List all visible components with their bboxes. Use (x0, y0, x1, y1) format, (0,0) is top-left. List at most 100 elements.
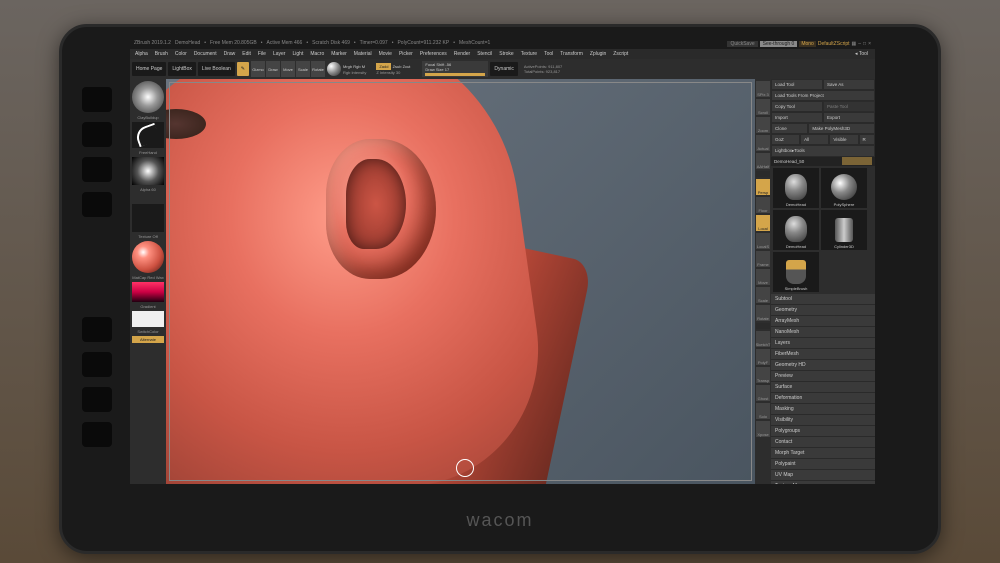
subpalette-layers[interactable]: Layers (771, 338, 875, 349)
seethrough-slider[interactable]: See-through 0 (760, 41, 798, 47)
transp-button[interactable]: Transp (756, 367, 770, 383)
menu-light[interactable]: Light (290, 51, 305, 57)
subpalette-fibermesh[interactable]: FiberMesh (771, 349, 875, 360)
menu-zscript[interactable]: Zscript (611, 51, 630, 57)
tool-thumb-demohead[interactable]: DemoHead (773, 168, 819, 208)
tablet-hw-button[interactable] (82, 387, 112, 412)
tablet-hw-button[interactable] (82, 157, 112, 182)
menu-zplugin[interactable]: Zplugin (588, 51, 608, 57)
scroll-button[interactable]: Scroll (756, 99, 770, 115)
goz-r-button[interactable]: R (859, 134, 875, 145)
move-nav-button[interactable]: Move (756, 269, 770, 285)
move-mode-icon[interactable]: Move (281, 61, 295, 77)
xpose-button[interactable]: Xpose (756, 421, 770, 437)
menu-preferences[interactable]: Preferences (418, 51, 449, 57)
menu-macro[interactable]: Macro (308, 51, 326, 57)
frame-button[interactable]: Frame (756, 251, 770, 267)
quicksave-button[interactable]: QuickSave (727, 41, 757, 47)
alternate-button[interactable]: Alternate (132, 336, 164, 343)
locals-button[interactable]: LocalS (756, 233, 770, 249)
local-button[interactable]: Local (756, 215, 770, 231)
scale-nav-button[interactable]: Scale (756, 287, 770, 303)
subpalette-contact[interactable]: Contact (771, 437, 875, 448)
sketcht-button[interactable]: SketchT (756, 331, 770, 347)
menu-picker[interactable]: Picker (397, 51, 415, 57)
lightbox-button[interactable]: LightBox (168, 62, 195, 76)
subpalette-geometry[interactable]: Geometry (771, 305, 875, 316)
rotate-mode-icon[interactable]: Rotate (311, 61, 325, 77)
live-boolean-button[interactable]: Live Boolean (198, 62, 235, 76)
subpalette-nanomesh[interactable]: NanoMesh (771, 327, 875, 338)
load-from-project-button[interactable]: Load Tools From Project (771, 90, 875, 101)
scale-mode-icon[interactable]: Scale (296, 61, 310, 77)
subpalette-deformation[interactable]: Deformation (771, 393, 875, 404)
subpalette-visibility[interactable]: Visibility (771, 415, 875, 426)
zadd-button[interactable]: Zadd (376, 63, 391, 70)
subpalette-polygroups[interactable]: Polygroups (771, 426, 875, 437)
draw-mode-icon[interactable]: Draw (266, 61, 280, 77)
subpalette-surface[interactable]: Surface (771, 382, 875, 393)
tool-thumb-cylinder[interactable]: Cylinder3D (821, 210, 867, 250)
menu-layer[interactable]: Layer (271, 51, 288, 57)
menu-marker[interactable]: Marker (329, 51, 349, 57)
z-intensity-slider[interactable]: Z Intensity 30 (376, 70, 410, 75)
material-selector[interactable] (132, 241, 164, 273)
tool-palette-header[interactable]: ◂ Tool (855, 51, 872, 57)
alpha-selector[interactable] (132, 157, 164, 185)
stroke-selector[interactable] (132, 122, 164, 148)
rotate-nav-button[interactable]: Rotate (756, 305, 770, 321)
menu-movie[interactable]: Movie (377, 51, 394, 57)
solo-button[interactable]: Solo (756, 403, 770, 419)
dynamic-button[interactable]: Dynamic (490, 62, 517, 76)
lightbox-tools-button[interactable]: Lightbox▸Tools (771, 145, 875, 157)
color-picker[interactable] (132, 282, 164, 302)
mono-button[interactable]: Mono (799, 41, 816, 47)
menu-color[interactable]: Color (173, 51, 189, 57)
tablet-hw-button[interactable] (82, 317, 112, 342)
menu-brush[interactable]: Brush (153, 51, 170, 57)
subpalette-texturemap[interactable]: Texture Map (771, 481, 875, 484)
m-button[interactable]: M (362, 64, 365, 69)
spix-button[interactable]: SPix 3 (756, 81, 770, 97)
make-polymesh-button[interactable]: Make PolyMesh3D (808, 123, 875, 134)
aahalf-button[interactable]: AAHalf (756, 153, 770, 169)
subpalette-masking[interactable]: Masking (771, 404, 875, 415)
menu-draw[interactable]: Draw (222, 51, 238, 57)
maximize-icon[interactable]: □ (863, 41, 866, 47)
menu-edit[interactable]: Edit (240, 51, 253, 57)
focal-shift-slider[interactable]: Focal Shift -56 Draw Size 17 (422, 61, 488, 77)
texture-selector[interactable] (132, 204, 164, 232)
zsub-button[interactable]: Zsub (393, 64, 402, 69)
brush-selector[interactable] (132, 81, 164, 113)
copy-tool-button[interactable]: Copy Tool (771, 101, 823, 112)
zoom-button[interactable]: Zoom (756, 117, 770, 133)
subpalette-polypaint[interactable]: Polypaint (771, 459, 875, 470)
tablet-hw-button[interactable] (82, 352, 112, 377)
mrgb-sphere-icon[interactable] (327, 62, 341, 76)
minimize-icon[interactable]: – (858, 41, 861, 47)
persp-button[interactable]: Persp (756, 179, 770, 195)
tool-thumb-simplebrush[interactable]: SimpleBrush (773, 252, 819, 292)
mrgb-button[interactable]: Mrgb (343, 64, 352, 69)
rgb-intensity-slider[interactable]: Rgb Intensity (343, 70, 366, 75)
goz-visible-button[interactable]: Visible (829, 134, 858, 145)
menu-document[interactable]: Document (192, 51, 219, 57)
goz-button[interactable]: GoZ (771, 134, 800, 145)
menu-file[interactable]: File (256, 51, 268, 57)
current-tool-slider[interactable]: DemoHead_50 (771, 157, 875, 166)
subpalette-subtool[interactable]: Subtool (771, 294, 875, 305)
tablet-hw-button[interactable] (82, 87, 112, 112)
menu-texture[interactable]: Texture (519, 51, 539, 57)
home-button[interactable]: Home Page (132, 62, 166, 76)
tablet-hw-button[interactable] (82, 122, 112, 147)
menu-material[interactable]: Material (352, 51, 374, 57)
subpalette-geometryhd[interactable]: Geometry HD (771, 360, 875, 371)
tool-thumb-polysphere[interactable]: PolySphere (821, 168, 867, 208)
subpalette-uvmap[interactable]: UV Map (771, 470, 875, 481)
close-icon[interactable]: × (868, 41, 871, 47)
menu-stencil[interactable]: Stencil (475, 51, 494, 57)
polyf-button[interactable]: PolyF (756, 349, 770, 365)
menu-tool[interactable]: Tool (542, 51, 555, 57)
menu-render[interactable]: Render (452, 51, 472, 57)
goz-all-button[interactable]: All (800, 134, 829, 145)
